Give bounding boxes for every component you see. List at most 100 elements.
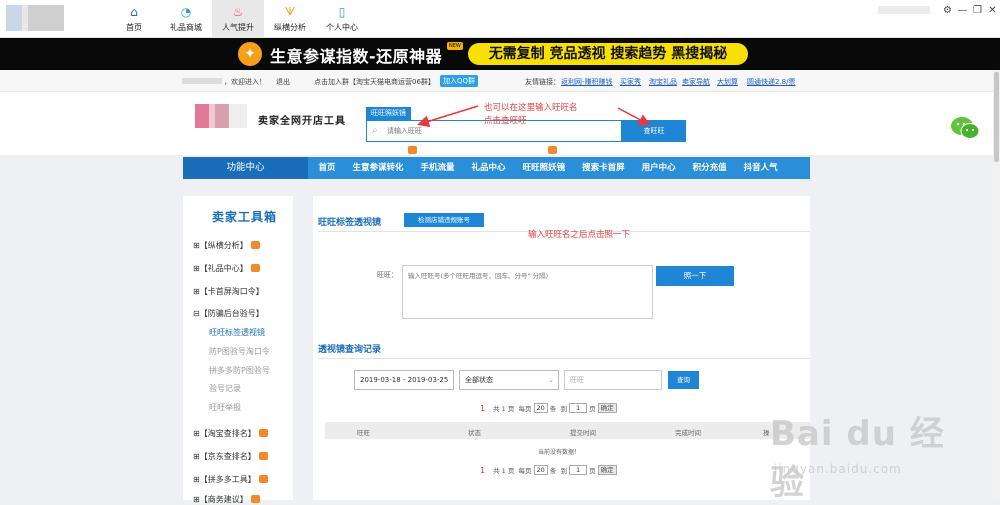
confirm-button[interactable]: 确定 [597, 465, 617, 475]
collapse-icon: ⊟ [193, 309, 200, 318]
sidebar-item-label: 【淘宝查排名】 [199, 429, 256, 438]
menu-head[interactable]: 功能中心 [183, 157, 308, 179]
search-button[interactable]: 查旺旺 [622, 120, 686, 142]
nav-analysis[interactable]: ᗐ 纵横分析 [264, 0, 316, 38]
sidebar-subitem[interactable]: 旺旺标签透视镜 [209, 327, 265, 338]
menu-item-recharge[interactable]: 积分充值 [684, 157, 735, 179]
hot-badge-icon [258, 475, 268, 483]
sidebar-item[interactable]: ⊞【淘宝查排名】 [193, 428, 268, 439]
sidebar-item[interactable]: ⊞【纵横分析】 [193, 240, 260, 251]
friend-link[interactable]: 淘宝礼品 [649, 77, 677, 87]
sidebar-subitem[interactable]: 拼多多防P图验号 [209, 365, 270, 376]
expand-icon: ⊞ [193, 475, 200, 484]
main-nav: ⌂ 首页 ◔ 礼品商城 ♨ 人气提升 ᗐ 纵横分析 ▯ 个人中心 [108, 0, 368, 38]
friend-link[interactable]: 买家秀 [620, 77, 641, 87]
menu-item-douyin[interactable]: 抖音人气 [735, 157, 786, 179]
sidebar-item-label: 【防骗后台验号】 [199, 309, 264, 318]
sidebar-item[interactable]: ⊟【防骗后台验号】 [193, 308, 264, 319]
top-bar: ⌂ 首页 ◔ 礼品商城 ♨ 人气提升 ᗐ 纵横分析 ▯ 个人中心 ⚙ — ❐ ✕ [0, 0, 1000, 38]
logout-link[interactable]: 退出 [276, 77, 290, 87]
per-page-label: 每页 [518, 467, 532, 475]
hot-badge-icon [258, 429, 268, 437]
status-select[interactable]: 全部状态 ⌄ [459, 370, 559, 390]
sidebar-item-label: 【礼品中心】 [199, 264, 248, 273]
nav-user[interactable]: ▯ 个人中心 [316, 0, 368, 38]
menu-item-mobile-traffic[interactable]: 手机流量 [412, 157, 463, 179]
minimize-icon[interactable]: — [955, 5, 970, 16]
window-controls: ⚙ — ❐ ✕ [878, 0, 1000, 20]
check-violation-button[interactable]: 检测店铺违规账号 [404, 213, 484, 227]
query-button[interactable]: 查询 [668, 371, 699, 389]
page-input[interactable]: 1 [568, 403, 588, 413]
current-page[interactable]: 1 [480, 404, 485, 413]
popularity-icon: ♨ [232, 5, 244, 19]
column-header: 旺旺 [357, 429, 370, 437]
zhao-button[interactable]: 照一下 [656, 266, 734, 286]
settings-icon[interactable]: ⚙ [940, 5, 955, 16]
close-icon[interactable]: ✕ [985, 5, 1000, 16]
total-pages: 共 1 页 [493, 405, 515, 413]
menu-item-home[interactable]: 首页 [310, 157, 344, 179]
date-range-input[interactable]: 2019-03-18 - 2019-03-25 [354, 370, 454, 390]
wechat-icon[interactable] [950, 116, 980, 140]
page-unit-label: 页 [589, 467, 596, 475]
brand-slogan: 卖家全网开店工具 [258, 116, 346, 127]
friend-link[interactable]: 返利网-赚积赚钱 [561, 77, 613, 87]
annotation-note: 点击查旺旺 [484, 116, 527, 126]
join-qq-button[interactable]: 加入QQ群 [440, 75, 479, 87]
nav-popularity-label: 人气提升 [222, 23, 254, 32]
menu-item-conversion[interactable]: 生意参谋转化 [344, 157, 412, 179]
annotation-note: 也可以在这里输入旺旺名 [484, 103, 578, 113]
baidu-watermark: Bai du 经验 jingyan.baidu.com [770, 392, 970, 503]
sidebar-subitem[interactable]: 旺旺举报 [209, 402, 241, 413]
hot-badge-icon [250, 264, 260, 272]
menu-item-gifts[interactable]: 礼品中心 [463, 157, 514, 179]
wangwang-textarea[interactable] [402, 265, 653, 319]
nav-popularity[interactable]: ♨ 人气提升 [212, 0, 264, 38]
scrollbar[interactable] [993, 70, 1000, 500]
sidebar-item[interactable]: ⊞【拼多多工具】 [193, 474, 268, 485]
current-page[interactable]: 1 [480, 466, 485, 475]
scrollbar-thumb[interactable] [994, 72, 999, 162]
promo-banner[interactable]: ✦ 生意参谋指数-还原神器 NEW 无需复制 竞品透视 搜索趋势 黑搜揭秘 [0, 38, 1000, 70]
search-tab[interactable]: 旺旺照妖镜 [366, 107, 411, 120]
divider [318, 358, 810, 359]
menu-item-wangwang-mirror[interactable]: 旺旺照妖镜 [514, 157, 574, 179]
confirm-button[interactable]: 确定 [597, 403, 617, 413]
sidebar-item[interactable]: ⊞【卡首屏淘口令】 [193, 286, 264, 297]
pagination: 1 共 1 页 每页 20 条 到 1 页 确定 [480, 403, 617, 413]
pagination: 1 共 1 页 每页 20 条 到 1 页 确定 [480, 465, 617, 475]
compass-icon: ✦ [238, 42, 262, 66]
per-page-select[interactable]: 20 [533, 465, 548, 475]
banner-hot-badge: NEW [447, 42, 463, 50]
expand-icon: ⊞ [193, 241, 200, 250]
sidebar-item[interactable]: ⊞【京东查排名】 [193, 451, 268, 462]
restore-icon[interactable]: ❐ [970, 5, 985, 16]
analysis-icon: ᗐ [284, 4, 296, 19]
friend-link[interactable]: 圆通快递2.8/票 [747, 77, 796, 87]
menu-item-user-center[interactable]: 用户中心 [633, 157, 684, 179]
sidebar-subitem[interactable]: 防P图验号淘口令 [209, 346, 270, 357]
friend-link[interactable]: 卖家导航 [682, 77, 710, 87]
sidebar-subitem[interactable]: 验号记录 [209, 383, 241, 394]
watermark-logo: Bai du 经验 [770, 414, 945, 503]
page-input[interactable]: 1 [568, 465, 588, 475]
section-title: 旺旺标签透视镜 [318, 218, 382, 228]
wangwang-filter-input[interactable]: 旺旺 [564, 370, 662, 390]
nav-shop[interactable]: ◔ 礼品商城 [160, 0, 212, 38]
column-header: 状态 [468, 429, 481, 437]
goto-label: 到 [560, 467, 567, 475]
banner-slogan: 无需复制 竞品透视 搜索趋势 黑搜揭秘 [468, 43, 748, 65]
menu-item-search-top[interactable]: 搜索卡首屏 [574, 157, 634, 179]
nav-home[interactable]: ⌂ 首页 [108, 0, 160, 38]
per-page-select[interactable]: 20 [533, 403, 548, 413]
shop-icon: ◔ [180, 5, 192, 19]
expand-icon: ⊞ [193, 429, 200, 438]
sidebar-title: 卖家工具箱 [212, 210, 278, 224]
expand-icon: ⊞ [193, 287, 200, 296]
friend-link[interactable]: 大划算 [717, 77, 738, 87]
sidebar-item[interactable]: ⊞【礼品中心】 [193, 263, 260, 274]
hot-badge-icon [548, 146, 557, 154]
unit-label: 条 [549, 405, 557, 413]
wangwang-label: 旺旺： [377, 271, 398, 279]
